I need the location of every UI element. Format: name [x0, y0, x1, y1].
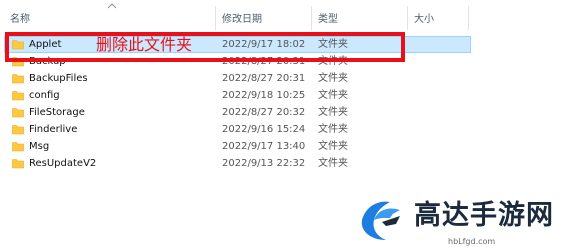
annotation-label: 删除此文件夹 [96, 35, 193, 54]
file-type: 文件夹 [318, 124, 348, 135]
file-type: 文件夹 [318, 107, 348, 118]
folder-icon [12, 142, 24, 152]
column-header-type[interactable]: 类型 [318, 13, 338, 27]
site-logo-icon [361, 201, 400, 240]
file-date-modified: 2022/9/16 15:24 [222, 124, 306, 135]
file-row-backupfiles[interactable]: BackupFiles 2022/8/27 20:31 文件夹 [0, 70, 579, 87]
file-type: 文件夹 [318, 90, 348, 101]
file-row-finderlive[interactable]: Finderlive 2022/9/16 15:24 文件夹 [0, 121, 579, 138]
watermark-title: 高达手游网 [414, 200, 554, 231]
folder-icon [12, 74, 24, 84]
folder-icon [12, 159, 24, 169]
column-divider[interactable] [215, 6, 216, 30]
file-type: 文件夹 [318, 73, 348, 84]
folder-icon [12, 125, 24, 135]
column-divider[interactable] [468, 6, 469, 30]
column-header-date-modified[interactable]: 修改日期 [222, 13, 262, 27]
file-name: config [29, 90, 60, 101]
column-header: 名称 修改日期 类型 大小 [0, 0, 579, 30]
column-header-name[interactable]: 名称 [10, 13, 30, 27]
file-row-msg[interactable]: Msg 2022/9/17 13:40 文件夹 [0, 138, 579, 155]
file-name: Finderlive [29, 124, 78, 135]
file-date-modified: 2022/9/18 10:25 [222, 90, 306, 101]
file-date-modified: 2022/9/17 13:40 [222, 141, 306, 152]
file-row-filestorage[interactable]: FileStorage 2022/8/27 20:32 文件夹 [0, 104, 579, 121]
watermark: 高达手游网 hbLfgd.com [356, 186, 579, 252]
sort-ascending-icon[interactable] [106, 2, 118, 10]
file-name: BackupFiles [29, 73, 88, 84]
file-date-modified: 2022/8/27 20:32 [222, 107, 306, 118]
column-divider[interactable] [311, 6, 312, 30]
file-type: 文件夹 [318, 158, 348, 169]
file-name: FileStorage [29, 107, 85, 118]
file-date-modified: 2022/9/13 22:32 [222, 158, 306, 169]
file-row-resupdatev2[interactable]: ResUpdateV2 2022/9/13 22:32 文件夹 [0, 155, 579, 172]
folder-icon [12, 108, 24, 118]
file-row-config[interactable]: config 2022/9/18 10:25 文件夹 [0, 87, 579, 104]
column-header-size[interactable]: 大小 [414, 13, 434, 27]
file-date-modified: 2022/8/27 20:31 [222, 73, 306, 84]
file-name: ResUpdateV2 [29, 158, 97, 169]
annotation-highlight-box [5, 32, 405, 62]
file-type: 文件夹 [318, 141, 348, 152]
file-name: Msg [29, 141, 50, 152]
folder-icon [12, 91, 24, 101]
column-divider[interactable] [407, 6, 408, 30]
watermark-url: hbLfgd.com [448, 237, 496, 246]
